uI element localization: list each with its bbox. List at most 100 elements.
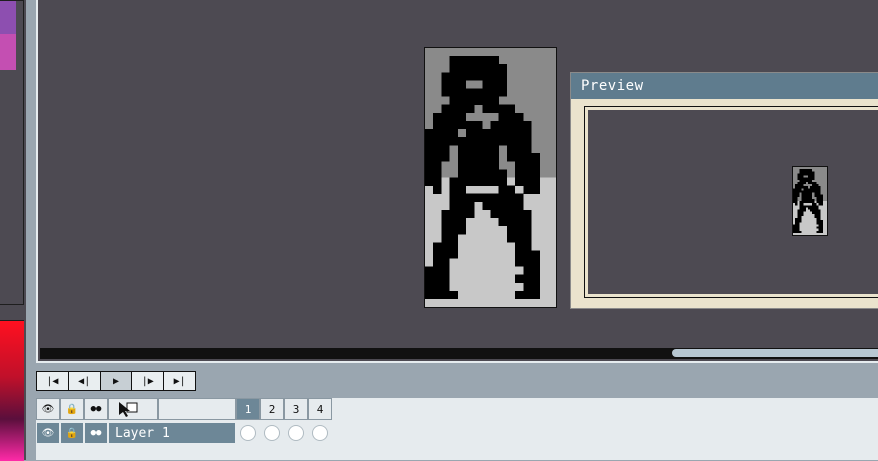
sprite-pixel: [818, 222, 821, 225]
sprite-pixel: [433, 161, 442, 170]
link-header[interactable]: ●●: [84, 398, 108, 420]
layer-visibility-toggle[interactable]: 👁: [36, 422, 60, 444]
sprite-pixel: [498, 112, 508, 122]
sprite-pixel: [474, 88, 483, 97]
layer-row[interactable]: 👁 🔒 ●● Layer 1: [36, 422, 878, 444]
sprite-pixel: [795, 220, 798, 223]
sprite-pixel: [812, 188, 815, 191]
sprite-pixel: [465, 96, 475, 105]
sprite-pixel: [482, 153, 491, 162]
sprite-pixel: [474, 96, 483, 105]
sprite-pixel: [799, 203, 802, 206]
sprite-pixel: [814, 205, 817, 208]
sprite-pixel: [449, 193, 458, 202]
sprite-pixel: [814, 207, 817, 210]
lock-header[interactable]: 🔒: [60, 398, 84, 420]
sprite-pixel: [425, 153, 434, 162]
sprite-pixel: [803, 188, 806, 191]
sprite-pixel: [523, 274, 532, 283]
sprite-canvas[interactable]: [424, 47, 557, 308]
next-frame-button[interactable]: |▶: [132, 372, 165, 390]
sprite-pixel: [515, 201, 524, 211]
sprite-pixel: [490, 80, 499, 89]
sprite-pixel: [814, 209, 817, 212]
sprite-pixel: [801, 205, 804, 208]
sprite-pixel: [457, 169, 467, 178]
frame-1-header[interactable]: 1: [236, 398, 260, 420]
play-button[interactable]: ▶: [100, 372, 133, 390]
sprite-pixel: [810, 201, 813, 204]
sprite-pixel: [793, 188, 796, 191]
last-frame-button[interactable]: ▶|: [164, 372, 195, 390]
sprite-pixel: [797, 226, 800, 229]
sprite-pixel: [523, 145, 532, 154]
sprite-pixel: [812, 175, 815, 178]
sprite-pixel: [803, 201, 806, 204]
sprite-pixel: [807, 179, 811, 182]
prev-frame-button[interactable]: ◀|: [68, 372, 101, 390]
layer-lock-toggle[interactable]: 🔒: [60, 422, 84, 444]
sprite-pixel: [812, 184, 815, 187]
visibility-header[interactable]: 👁: [36, 398, 60, 420]
sprite-pixel: [523, 217, 532, 227]
cel-frame-3[interactable]: [284, 422, 308, 444]
sprite-pixel: [812, 177, 815, 180]
sprite-pixel: [490, 161, 499, 170]
sprite-pixel: [820, 224, 823, 227]
layer-name[interactable]: Layer 1: [108, 422, 236, 444]
sprite-pixel: [810, 196, 813, 199]
sprite-pixel: [523, 161, 532, 170]
sprite-pixel: [506, 185, 516, 194]
sprite-pixel: [482, 72, 491, 81]
sprite-pixel: [457, 137, 467, 146]
sprite-pixel: [799, 173, 802, 176]
frame-4-header[interactable]: 4: [308, 398, 332, 420]
sprite-pixel: [803, 190, 806, 193]
sprite-pixel: [797, 181, 800, 185]
sprite-pixel: [807, 190, 811, 193]
sprite-pixel: [814, 215, 817, 219]
sprite-pixel: [801, 181, 804, 185]
sprite-pixel: [820, 226, 823, 229]
sprite-pixel: [523, 266, 532, 275]
sprite-pixel: [490, 64, 499, 73]
sprite-pixel: [441, 234, 450, 243]
sprite-pixel: [801, 209, 804, 212]
preview-titlebar[interactable]: Preview: [571, 73, 878, 99]
sprite-pixel: [799, 177, 802, 180]
scrollbar-thumb[interactable]: [672, 349, 878, 357]
sprite-pixel: [506, 112, 516, 122]
sprite-pixel: [474, 120, 483, 130]
sprite-pixel: [807, 169, 811, 172]
sprite-pixel: [433, 128, 442, 138]
layer-link-toggle[interactable]: ●●: [84, 422, 108, 444]
frame-3-header[interactable]: 3: [284, 398, 308, 420]
sprite-pixel: [433, 274, 442, 283]
sprite-pixel: [490, 209, 499, 219]
cursor-icon: [119, 402, 138, 417]
first-frame-button[interactable]: |◀: [37, 372, 69, 390]
sprite-pixel: [523, 226, 532, 235]
sprite-pixel: [797, 177, 800, 180]
sprite-pixel: [457, 185, 467, 194]
color-picker-gradient[interactable]: [0, 320, 24, 461]
sprite-pixel: [449, 88, 458, 97]
cel-frame-1[interactable]: [236, 422, 260, 444]
sprite-pixel: [474, 177, 483, 186]
sprite-pixel: [797, 224, 800, 227]
sprite-pixel: [805, 192, 808, 195]
sprite-pixel: [818, 192, 821, 195]
sprite-pixel: [457, 112, 467, 122]
sprite-pixel: [465, 201, 475, 211]
frame-2-header[interactable]: 2: [260, 398, 284, 420]
sprite-pixel: [799, 207, 802, 210]
sprite-pixel: [457, 72, 467, 81]
sprite-pixel: [490, 169, 499, 178]
sprite-pixel: [449, 104, 458, 113]
sprite-pixel: [816, 211, 819, 214]
preview-viewport: [584, 106, 878, 298]
sprite-pixel: [457, 226, 467, 235]
cel-frame-2[interactable]: [260, 422, 284, 444]
cel-frame-4[interactable]: [308, 422, 332, 444]
sprite-pixel: [441, 112, 450, 122]
